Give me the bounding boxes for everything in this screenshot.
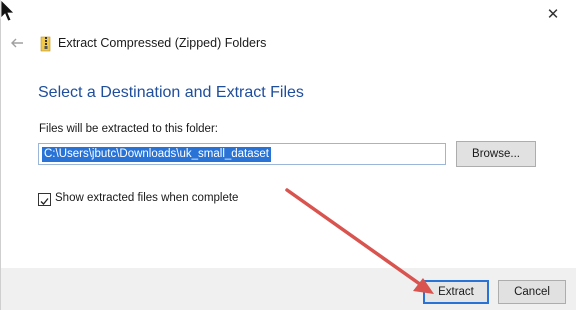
show-extracted-files-label[interactable]: Show extracted files when complete <box>55 192 238 204</box>
screenshot: ✕ Extract Compressed (Zipped) Folders Se… <box>0 0 576 310</box>
extract-dialog: ✕ Extract Compressed (Zipped) Folders Se… <box>0 0 576 310</box>
back-button[interactable] <box>10 36 24 50</box>
mouse-cursor-icon <box>0 0 15 22</box>
zip-folder-icon <box>39 36 53 52</box>
cancel-button[interactable]: Cancel <box>498 280 566 304</box>
main-heading: Select a Destination and Extract Files <box>38 84 304 101</box>
back-arrow-icon <box>11 38 23 48</box>
dialog-footer <box>1 268 576 310</box>
destination-path-value: C:\Users\jbutc\Downloads\uk_small_datase… <box>42 147 271 162</box>
show-extracted-files-checkbox[interactable] <box>38 193 51 206</box>
dialog-title: Extract Compressed (Zipped) Folders <box>58 36 267 50</box>
destination-label: Files will be extracted to this folder: <box>39 123 218 135</box>
extract-button[interactable]: Extract <box>423 280 489 304</box>
close-button[interactable]: ✕ <box>544 6 562 24</box>
destination-path-input[interactable]: C:\Users\jbutc\Downloads\uk_small_datase… <box>38 143 446 165</box>
close-icon: ✕ <box>546 6 560 23</box>
checkmark-icon <box>40 198 49 205</box>
browse-button[interactable]: Browse... <box>456 141 536 167</box>
